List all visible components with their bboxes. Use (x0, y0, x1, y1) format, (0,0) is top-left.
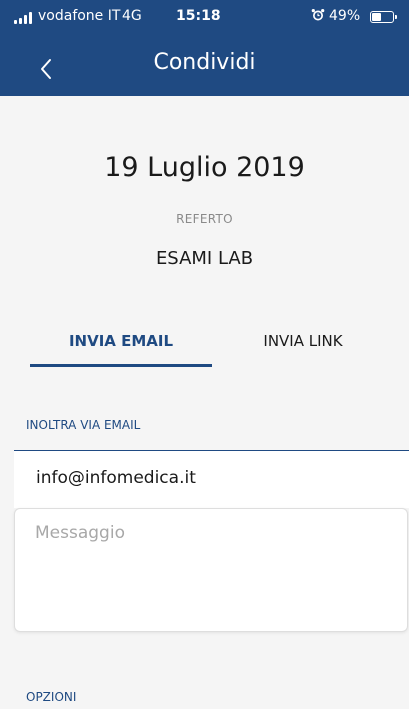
header-bar: vodafone IT 4G 15:18 49% Condividi (0, 0, 409, 96)
carrier-name: vodafone IT (38, 8, 121, 24)
forward-email-section-label: INOLTRA VIA EMAIL (26, 418, 141, 432)
battery-level (372, 13, 381, 21)
active-tab-indicator (30, 364, 212, 367)
message-field-box (14, 508, 408, 632)
options-section-label: OPZIONI (26, 690, 77, 704)
alarm-icon (311, 9, 325, 21)
page-title: Condividi (153, 50, 256, 75)
tab-send-email[interactable]: INVIA EMAIL (30, 332, 212, 350)
tab-send-link[interactable]: INVIA LINK (212, 332, 394, 350)
report-date: 19 Luglio 2019 (104, 152, 305, 183)
message-field[interactable] (35, 523, 385, 619)
email-field-row (14, 450, 409, 508)
network-type: 4G (122, 8, 142, 24)
exam-name: ESAMI LAB (155, 248, 254, 269)
email-field[interactable] (36, 463, 376, 493)
battery-icon (370, 11, 397, 23)
status-bar: vodafone IT 4G 15:18 49% (0, 0, 409, 34)
share-screen: vodafone IT 4G 15:18 49% Condividi 19 Lu… (0, 0, 409, 709)
signal-strength-icon (14, 12, 36, 24)
battery-percent: 49% (329, 8, 361, 24)
status-time: 15:18 (176, 8, 221, 24)
report-type-label: REFERTO (176, 212, 233, 226)
